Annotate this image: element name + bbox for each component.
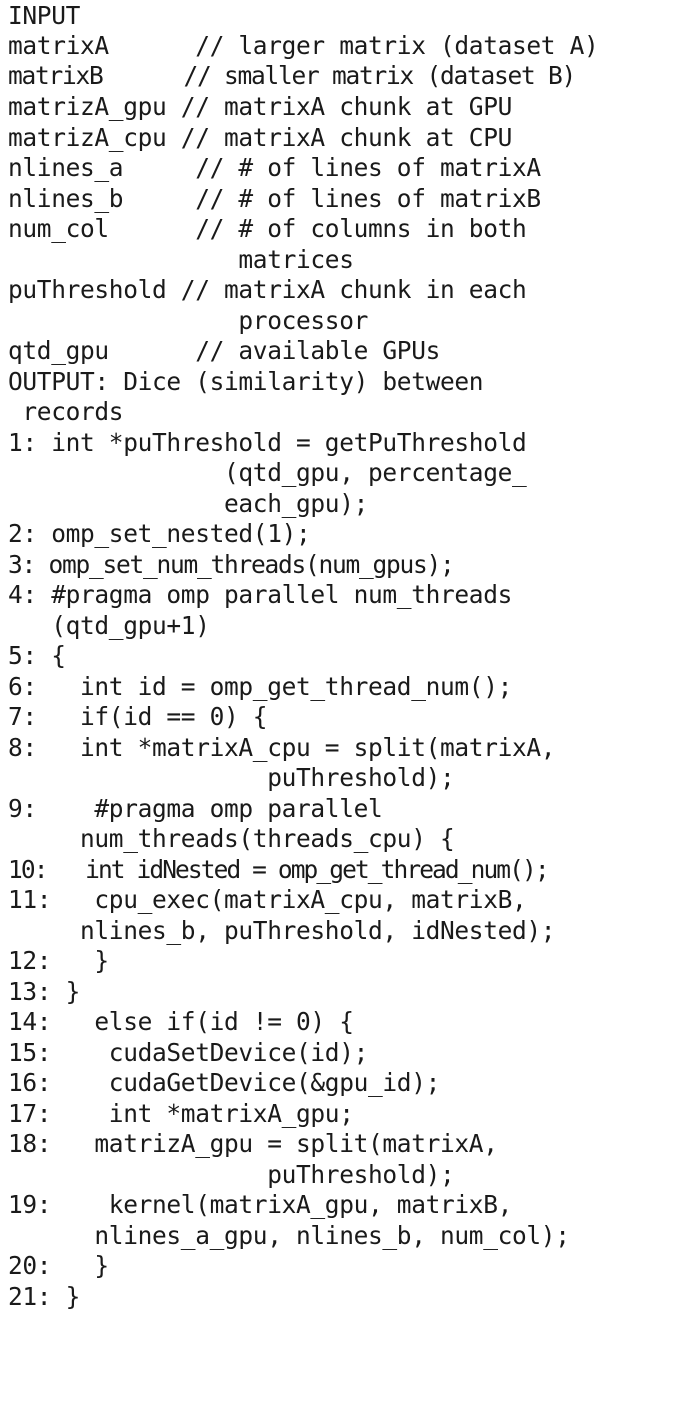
code-line: 2: omp_set_nested(1); [8,519,311,548]
code-line: matrizA_cpu // matrixA chunk at CPU [8,123,513,152]
code-line: 7: if(id == 0) { [8,702,268,731]
code-line: 1: int *puThreshold = getPuThreshold [8,428,527,457]
code-line: matrices [8,245,354,274]
code-line: num_threads(threads_cpu) { [8,824,455,853]
code-line: 10: int idNested = omp_get_thread_num(); [8,855,550,884]
code-line: nlines_b // # of lines of matrixB [8,184,541,213]
code-line: INPUT [8,1,81,30]
code-line: 17: int *matrixA_gpu; [8,1099,354,1128]
code-line: 14: else if(id != 0) { [8,1007,354,1036]
code-line: 11: cpu_exec(matrixA_cpu, matrixB, [8,885,527,914]
code-line: 20: } [8,1251,109,1280]
code-line: 18: matrizA_gpu = split(matrixA, [8,1129,498,1158]
code-line: qtd_gpu // available GPUs [8,336,441,365]
code-line: 3: omp_set_num_threads(num_gpus); [8,550,455,579]
code-line: puThreshold); [8,1160,455,1189]
code-line: (qtd_gpu+1) [8,611,210,640]
code-line: puThreshold // matrixA chunk in each [8,275,527,304]
code-line: 16: cudaGetDevice(&gpu_id); [8,1068,441,1097]
code-line: OUTPUT: Dice (similarity) between [8,367,484,396]
code-line: (qtd_gpu, percentage_ [8,458,527,487]
code-line: 19: kernel(matrixA_gpu, matrixB, [8,1190,513,1219]
code-line: puThreshold); [8,763,455,792]
code-line: 9: #pragma omp parallel [8,794,383,823]
code-line: each_gpu); [8,489,369,518]
code-line: matrizA_gpu // matrixA chunk at GPU [8,92,513,121]
algorithm-listing: INPUT matrixA // larger matrix (dataset A… [0,0,698,1424]
code-line: 21: } [8,1282,81,1311]
code-line: matrixB // smaller matrix (dataset B) [8,61,576,90]
code-line: 12: } [8,946,109,975]
code-line: nlines_b, puThreshold, idNested); [8,916,556,945]
code-line: num_col // # of columns in both [8,214,527,243]
code-line: processor [8,306,369,335]
code-line: 6: int id = omp_get_thread_num(); [8,672,513,701]
code-line: records [8,397,124,426]
code-line: 8: int *matrixA_cpu = split(matrixA, [8,733,556,762]
code-line: 15: cudaSetDevice(id); [8,1038,369,1067]
code-line: matrixA // larger matrix (dataset A) [8,31,599,60]
code-line: 4: #pragma omp parallel num_threads [8,580,513,609]
code-line: 5: { [8,641,66,670]
code-line: nlines_a_gpu, nlines_b, num_col); [8,1221,570,1250]
code-line: nlines_a // # of lines of matrixA [8,153,541,182]
code-line: 13: } [8,977,81,1006]
